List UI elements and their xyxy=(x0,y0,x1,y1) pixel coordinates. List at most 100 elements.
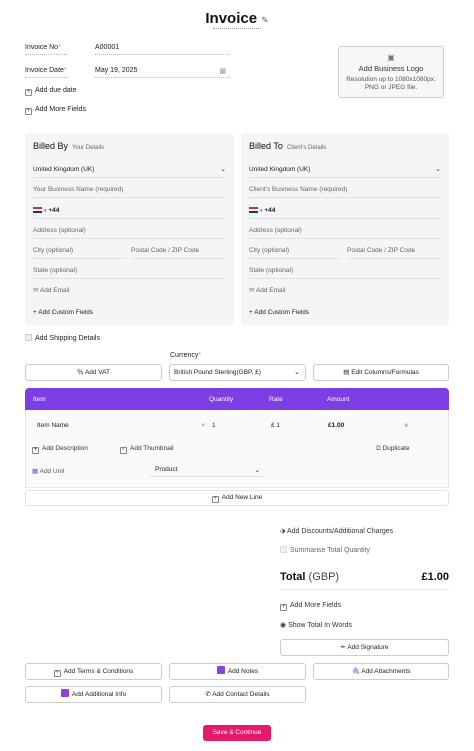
col-amount: Amount xyxy=(327,396,350,403)
add-discounts-link[interactable]: ⬗ Add Discounts/Additional Charges xyxy=(280,527,393,535)
billed-to-add-email[interactable]: ✉ Add Email xyxy=(249,286,441,298)
required-mark: * xyxy=(58,44,61,51)
calendar-icon[interactable]: ▦ xyxy=(219,67,226,75)
edit-columns-button[interactable]: ▤ Edit Columns/Formulas xyxy=(313,364,449,381)
phone-icon: ✆ xyxy=(205,691,211,698)
billed-by-postal-input[interactable]: Postal Code / ZIP Code xyxy=(131,247,226,259)
clear-icon[interactable]: × xyxy=(201,422,205,429)
add-unit-text: Add Unit xyxy=(39,468,65,475)
billed-to-country-select[interactable]: United Kingdom (UK) ⌄ xyxy=(249,166,441,178)
duplicate-link[interactable]: ⧉ Duplicate xyxy=(376,445,410,453)
add-discounts-text: Add Discounts/Additional Charges xyxy=(286,528,394,535)
add-new-line-text: Add New Line xyxy=(221,494,263,501)
plus-icon: + xyxy=(249,309,253,316)
chevron-down-icon: ⌄ xyxy=(220,166,226,173)
add-more-fields-text: Add More Fields xyxy=(35,106,86,113)
items-table-header: Item Quantity Rate Amount xyxy=(25,388,449,410)
add-terms-text: Add Terms & Conditions xyxy=(63,668,134,675)
chevron-down-icon: ⌄ xyxy=(435,166,441,173)
add-additional-info-button[interactable]: Add Additional Info xyxy=(25,686,162,703)
add-notes-button[interactable]: Add Notes xyxy=(169,663,306,680)
invoice-date-field[interactable]: May 19, 2025 ▦ xyxy=(95,67,230,78)
add-unit-link[interactable]: ▦ Add Unit xyxy=(32,467,65,475)
plus-icon: + xyxy=(25,89,32,96)
currency-value: British Pound Sterling(GBP, £) xyxy=(174,369,261,376)
add-terms-button[interactable]: + Add Terms & Conditions xyxy=(25,663,162,680)
billed-by-city-input[interactable]: City (optional) xyxy=(33,247,126,259)
chevron-down-icon: ▾ xyxy=(44,208,47,214)
billed-by-business-name-input[interactable]: Your Business Name (required) xyxy=(33,186,226,198)
add-thumbnail-link[interactable]: ▫ Add Thumbnail xyxy=(120,445,174,454)
edit-pencil-icon[interactable]: ✎ xyxy=(261,15,269,26)
item-name-value: Item Name xyxy=(37,422,69,429)
plus-icon: + xyxy=(32,447,39,454)
plus-icon: + xyxy=(280,604,287,611)
remove-line-icon[interactable]: × xyxy=(404,421,409,430)
billed-to-phone-code: +44 xyxy=(264,207,276,214)
billed-by-add-email[interactable]: ✉ Add Email xyxy=(33,286,226,298)
invoice-date-label: Invoice Date* xyxy=(25,67,67,78)
add-business-logo[interactable]: ▣ Add Business Logo Resolution up to 108… xyxy=(338,46,444,98)
image-icon: ▫ xyxy=(120,447,127,454)
billed-by-address-input[interactable]: Address (optional) xyxy=(33,227,226,239)
add-contact-details-button[interactable]: ✆ Add Contact Details xyxy=(169,686,306,703)
billed-by-add-custom-fields[interactable]: + Add Custom Fields xyxy=(33,309,226,320)
add-attachments-button[interactable]: 🖇 Add Attachments xyxy=(313,663,449,680)
invoice-date-value: May 19, 2025 xyxy=(95,67,138,74)
billed-by-phone-input[interactable]: ▾ +44 xyxy=(33,207,226,219)
billed-to-phone-input[interactable]: ▾ +44 xyxy=(249,207,441,219)
billed-to-postal-input[interactable]: Postal Code / ZIP Code xyxy=(347,247,441,259)
shipping-checkbox[interactable] xyxy=(25,334,32,341)
logo-title: Add Business Logo xyxy=(358,64,424,73)
plus-icon: + xyxy=(33,309,37,316)
page-title: Invoice xyxy=(205,10,258,27)
toggle-icon: ◉ xyxy=(280,622,287,629)
add-description-text: Add Description xyxy=(42,445,88,452)
add-vat-button[interactable]: ％ Add VAT xyxy=(25,364,162,381)
invoice-no-field[interactable]: A00001 xyxy=(95,44,230,55)
mail-icon: ✉ xyxy=(33,287,39,294)
pen-icon: ✒ xyxy=(340,644,346,651)
logo-desc-resolution: Resolution up to 1080x1080px. xyxy=(346,76,436,83)
unit-icon: ▦ xyxy=(32,468,39,475)
currency-select[interactable]: British Pound Sterling(GBP, £) ⌄ xyxy=(169,364,306,381)
billed-to-add-custom-fields[interactable]: + Add Custom Fields xyxy=(249,309,441,320)
billed-to-city-input[interactable]: City (optional) xyxy=(249,247,341,259)
quantity-input[interactable]: 1 xyxy=(207,419,261,433)
unit-select[interactable]: Product ⌄ xyxy=(150,463,264,477)
total-divider xyxy=(280,589,449,590)
add-shipping-details[interactable]: Add Shipping Details xyxy=(25,334,100,342)
add-more-fields-link[interactable]: + Add More Fields xyxy=(25,106,86,115)
add-description-link[interactable]: + Add Description xyxy=(32,445,88,454)
invoice-date-label-text: Invoice Date xyxy=(25,67,64,74)
billed-to-business-name-input[interactable]: Client's Business Name (required) xyxy=(249,186,441,198)
total-label-text: Total xyxy=(280,571,306,583)
billed-by-country-select[interactable]: United Kingdom (UK) ⌄ xyxy=(33,166,226,178)
billed-by-state-input[interactable]: State (optional) xyxy=(33,267,226,279)
add-new-line-button[interactable]: + Add New Line xyxy=(25,490,449,506)
invoice-no-label: Invoice No* xyxy=(25,44,67,55)
item-name-input[interactable]: Item Name × xyxy=(32,419,207,433)
billed-by-add-custom-text: Add Custom Fields xyxy=(38,309,94,316)
add-thumbnail-text: Add Thumbnail xyxy=(130,445,174,452)
summary-add-more-fields[interactable]: + Add More Fields xyxy=(280,602,341,611)
rate-input[interactable]: £ 1 xyxy=(266,419,320,433)
billed-to-state-input[interactable]: State (optional) xyxy=(249,267,441,279)
add-signature-button[interactable]: ✒ Add Signature xyxy=(280,639,449,656)
summarise-checkbox[interactable] xyxy=(280,546,287,553)
invoice-no-label-text: Invoice No xyxy=(25,44,59,51)
summarise-quantity-toggle[interactable]: Summarise Total Quantity xyxy=(280,546,370,554)
billed-to-country-value: United Kingdom (UK) xyxy=(249,166,311,173)
copy-icon: ⧉ xyxy=(376,445,381,452)
duplicate-text: Duplicate xyxy=(382,445,410,452)
summary-add-more-fields-text: Add More Fields xyxy=(290,602,341,609)
currency-label-text: Currency xyxy=(170,352,199,359)
add-signature-text: Add Signature xyxy=(347,644,389,651)
plus-icon: + xyxy=(25,108,32,115)
save-continue-button[interactable]: Save & Continue xyxy=(203,725,271,741)
show-total-in-words[interactable]: ◉ Show Total In Words xyxy=(280,621,352,629)
total-value: £1.00 xyxy=(421,571,449,583)
col-item: Item xyxy=(33,396,46,403)
add-due-date-link[interactable]: + Add due date xyxy=(25,87,77,96)
billed-to-address-input[interactable]: Address (optional) xyxy=(249,227,441,239)
